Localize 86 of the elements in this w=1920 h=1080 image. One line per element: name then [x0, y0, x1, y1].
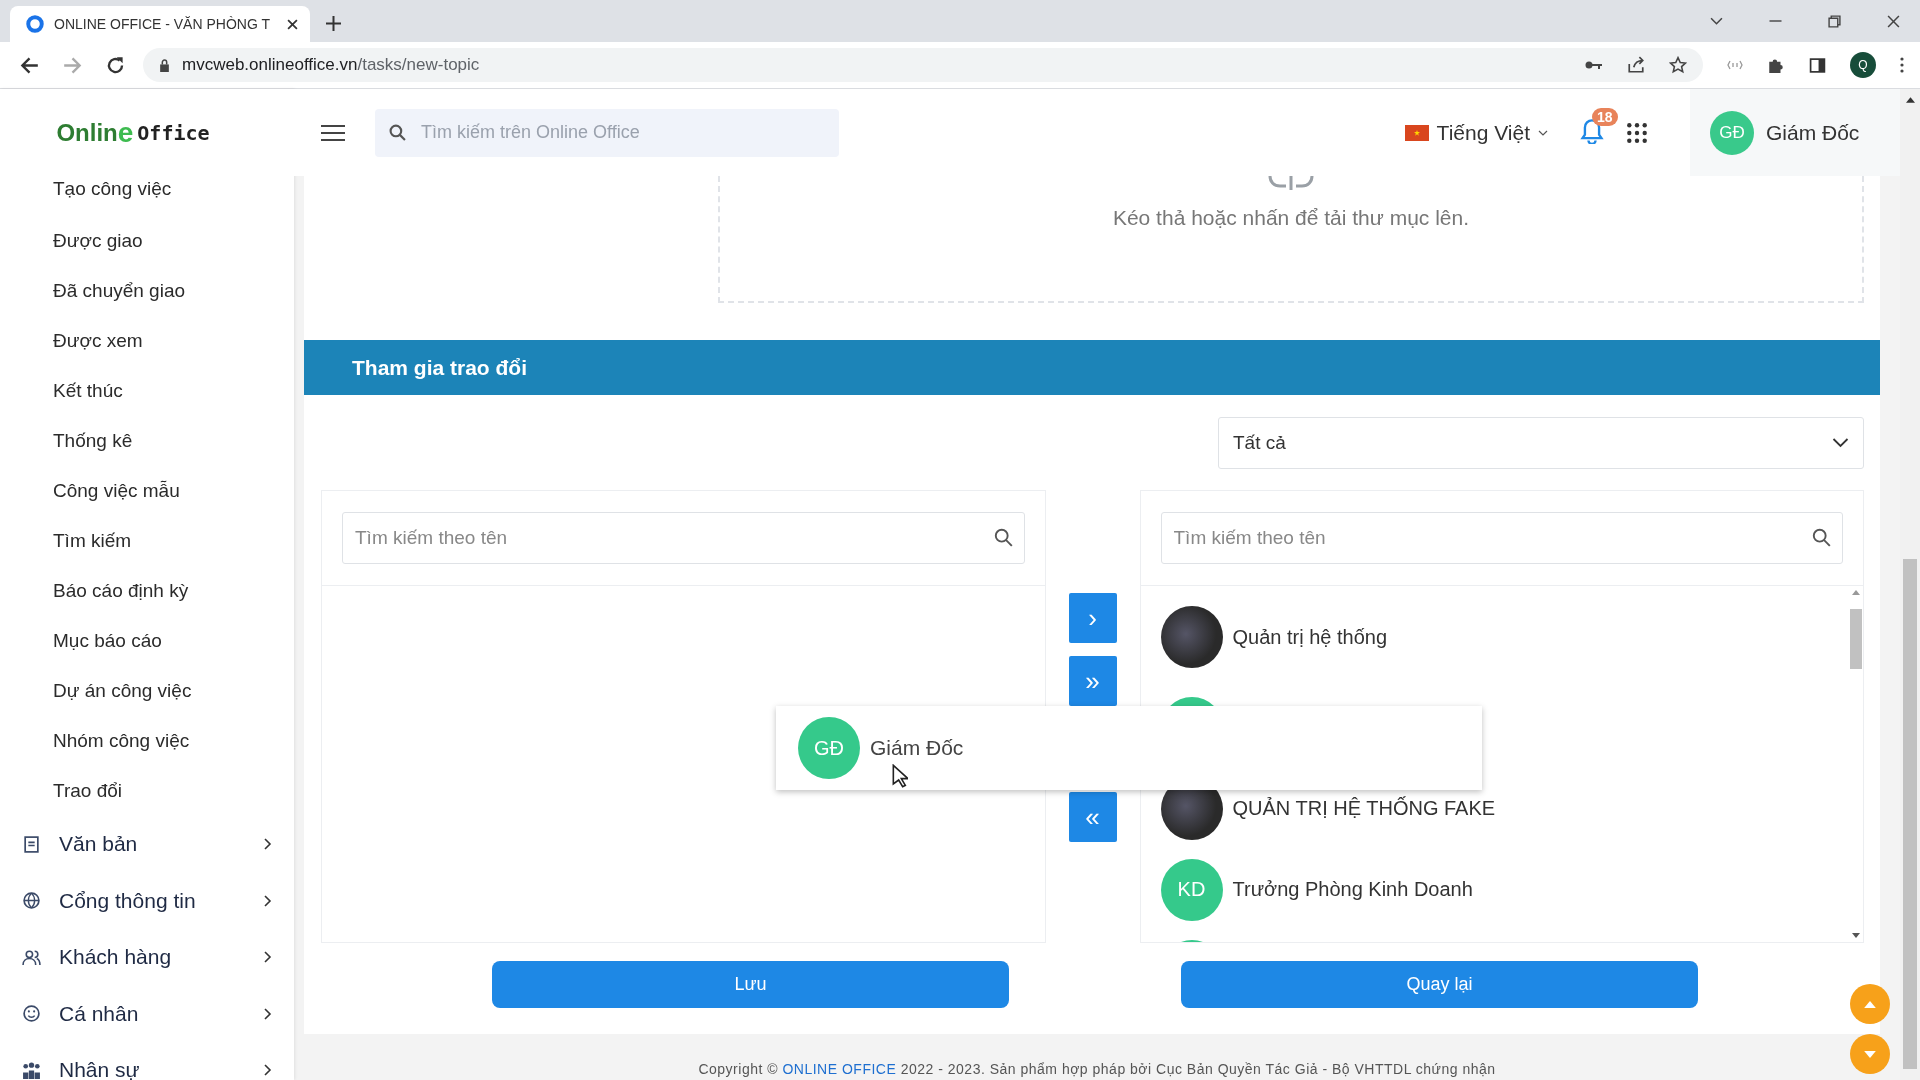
- sidebar-item[interactable]: Nhóm công việc: [0, 716, 294, 766]
- people-icon: [22, 947, 41, 967]
- side-panel-icon[interactable]: [1809, 56, 1826, 74]
- sidebar-item[interactable]: Trao đổi: [0, 766, 294, 816]
- profile-avatar[interactable]: Q: [1850, 52, 1876, 78]
- scroll-thumb[interactable]: [1903, 559, 1917, 1069]
- sidebar-item[interactable]: Tạo công việc: [0, 176, 294, 216]
- upload-dropzone[interactable]: Kéo thả hoặc nhấn để tải thư mục lên.: [718, 176, 1864, 303]
- action-button[interactable]: Lưu: [492, 961, 1009, 1008]
- cursor-icon: [892, 764, 908, 788]
- apps-grid-icon[interactable]: [1626, 121, 1648, 144]
- scroll-thumb[interactable]: [1850, 609, 1862, 669]
- sidebar-item[interactable]: Công việc mẫu: [0, 466, 294, 516]
- chevron-down-icon: [1832, 437, 1849, 448]
- user-avatar: GĐ: [1710, 110, 1754, 155]
- restore-icon[interactable]: [1828, 14, 1841, 28]
- search-field[interactable]: Tìm kiếm theo tên: [342, 512, 1025, 564]
- tab-title: ONLINE OFFICE - VĂN PHÒNG T: [54, 16, 271, 32]
- notification-badge: 18: [1592, 107, 1618, 126]
- plus-icon[interactable]: [326, 16, 341, 31]
- filter-dropdown[interactable]: Tất cả: [1218, 416, 1864, 469]
- search-icon: [993, 528, 1013, 547]
- down-arrow-icon[interactable]: [1852, 933, 1860, 938]
- search-icon: [1812, 528, 1831, 547]
- share-icon[interactable]: [1627, 56, 1645, 74]
- sidebar-item[interactable]: Thống kê: [0, 416, 294, 466]
- sidebar-item[interactable]: Tìm kiếm: [0, 516, 294, 566]
- member-name[interactable]: Quản trị hệ thống: [1232, 625, 1388, 649]
- sidebar-item[interactable]: Dự án công việc: [0, 666, 294, 716]
- reload-icon[interactable]: [106, 55, 125, 75]
- sidebar-group[interactable]: Văn bản: [59, 832, 264, 857]
- more-icon[interactable]: [1900, 57, 1904, 73]
- globe-icon: [22, 891, 41, 911]
- chevron-right-icon[interactable]: [264, 951, 272, 964]
- browser-tab[interactable]: ONLINE OFFICE - VĂN PHÒNG T: [10, 6, 310, 42]
- sidebar-item[interactable]: Kết thúc: [0, 366, 294, 416]
- sidebar-group[interactable]: Cá nhân: [59, 1001, 264, 1026]
- move-button[interactable]: «: [1068, 792, 1117, 842]
- search-field[interactable]: Tìm kiếm trên Online Office: [375, 108, 839, 157]
- menu-icon[interactable]: [321, 123, 345, 142]
- sidebar-group[interactable]: Khách hàng: [59, 945, 264, 970]
- sidebar-item[interactable]: Đã chuyển giao: [0, 266, 294, 316]
- sidebar-item[interactable]: Được xem: [0, 316, 294, 366]
- member-name[interactable]: QUẢN TRỊ HỆ THỐNG FAKE: [1232, 797, 1496, 820]
- caret-icon: [1538, 129, 1548, 136]
- chevron-right-icon[interactable]: [264, 1007, 272, 1020]
- search-field[interactable]: Tìm kiếm theo tên: [1160, 512, 1843, 564]
- chevron-right-icon[interactable]: [264, 894, 272, 907]
- chevron-right-icon[interactable]: [264, 1064, 272, 1077]
- sidebar-group[interactable]: Cổng thông tin: [59, 888, 264, 913]
- sidebar-item[interactable]: Được giao: [0, 216, 294, 266]
- action-button[interactable]: Quay lại: [1181, 961, 1698, 1008]
- user-menu[interactable]: GĐ Giám Đốc: [1690, 89, 1900, 176]
- back-arrow-icon[interactable]: [20, 55, 39, 75]
- lock-icon: [159, 58, 170, 72]
- search-icon: [389, 123, 406, 141]
- chevron-down-icon[interactable]: [1710, 16, 1723, 26]
- down-arrow-icon: [1864, 1050, 1876, 1058]
- team-icon: [22, 1060, 41, 1080]
- address-bar[interactable]: mvcweb.onlineoffice.vn/tasks/new-topic: [143, 48, 1703, 82]
- sidebar-group[interactable]: Nhân sự: [59, 1058, 264, 1080]
- member-avatar: GĐ: [798, 717, 860, 779]
- company-link[interactable]: ONLINE OFFICE: [782, 1061, 897, 1077]
- up-arrow-icon: [1864, 1000, 1876, 1008]
- upload-hint: Kéo thả hoặc nhấn để tải thư mục lên.: [1112, 206, 1470, 230]
- cloud-upload-icon: [1266, 176, 1316, 190]
- chevron-right-icon[interactable]: [264, 838, 272, 851]
- document-icon: [22, 834, 41, 854]
- smiley-icon: [22, 1004, 41, 1024]
- close-icon[interactable]: [1887, 14, 1900, 28]
- key-icon[interactable]: [1585, 60, 1603, 70]
- sidebar-item[interactable]: Báo cáo định kỳ: [0, 566, 294, 616]
- section-title: Tham gia trao đổi: [352, 355, 527, 380]
- ring-icon: [26, 15, 44, 33]
- move-button[interactable]: »: [1068, 656, 1117, 706]
- star-icon[interactable]: [1669, 56, 1687, 74]
- member-name[interactable]: Trưởng Phòng Kinh Doanh: [1232, 878, 1473, 901]
- close-icon[interactable]: [287, 18, 298, 30]
- up-arrow-icon[interactable]: [1905, 97, 1915, 103]
- member-avatar: KD: [1160, 858, 1223, 921]
- copyright-text: Copyright © ONLINE OFFICE 2022 - 2023. Sản phẩm hợp pháp bởi Cục Bản Quyền Tác Giả - Bộ VHTTDL chứng nhận: [698, 1061, 1496, 1077]
- move-button[interactable]: ›: [1068, 593, 1117, 643]
- language-selector[interactable]: Tiếng Việt: [1404, 120, 1548, 145]
- sidebar-item[interactable]: Mục báo cáo: [0, 616, 294, 666]
- flag-icon: [1404, 124, 1429, 141]
- logo[interactable]: Online Office: [0, 89, 294, 176]
